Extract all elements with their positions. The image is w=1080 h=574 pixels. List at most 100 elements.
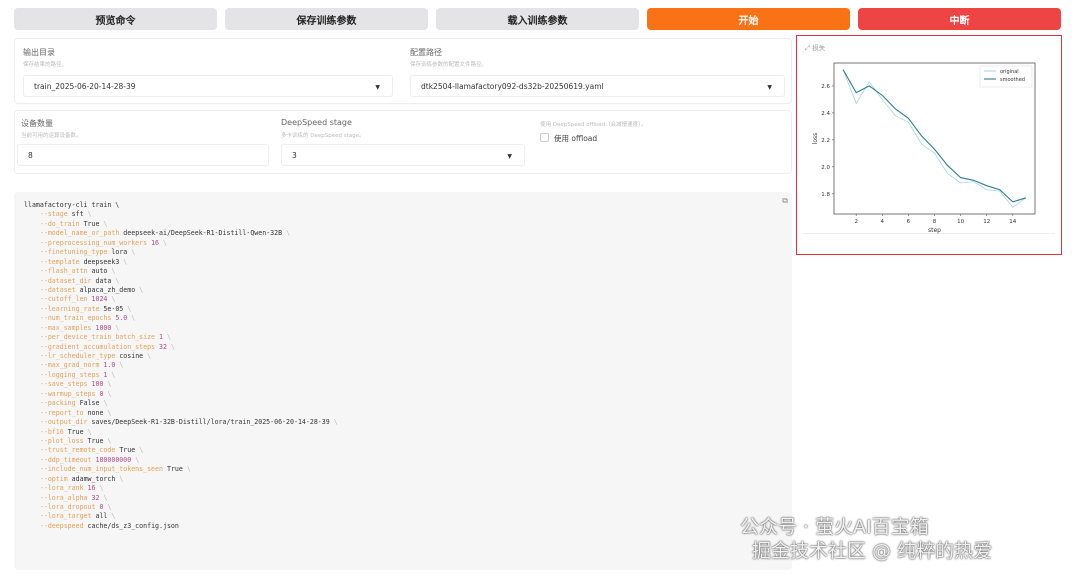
chevron-down-icon: ▼ <box>767 84 772 91</box>
command-arg-line: --learning_rate 5e-05 \ <box>39 304 132 313</box>
arg-value: 16 <box>151 238 160 247</box>
x-tick-label: 8 <box>933 219 937 225</box>
arg-flag: --preprocessing_num_workers <box>39 238 148 247</box>
ds-offload-checkbox[interactable] <box>540 133 549 142</box>
command-head: llamafactory-cli train \ <box>24 201 120 209</box>
arg-value: auto <box>91 267 108 276</box>
arg-flag: --lora_alpha <box>39 493 88 502</box>
x-axis-label: step <box>928 227 941 234</box>
ds-stage-select[interactable]: 3 ▼ <box>281 144 525 166</box>
arg-flag: --include_num_input_tokens_seen <box>39 465 163 474</box>
arg-flag: --gradient_accumulation_steps <box>39 342 156 351</box>
command-arg-line: --preprocessing_num_workers 16 \ <box>39 238 167 247</box>
y-tick-label: 2.0 <box>821 165 830 171</box>
series-line-smoothed <box>842 69 1027 203</box>
command-arg-line: --max_samples 1000 \ <box>39 323 120 332</box>
command-arg-line: --lora_dropout 0 \ <box>39 503 112 511</box>
arg-value: True <box>87 436 104 445</box>
arg-value: data <box>95 276 112 285</box>
command-arg-line: --finetuning_type lora \ <box>39 248 136 257</box>
preview-command-button[interactable]: 预览命令 <box>14 8 217 30</box>
device-count-input[interactable]: 8 <box>17 144 269 166</box>
command-arg-line: --cutoff_len 1024 \ <box>39 295 116 304</box>
arg-value: adamw_torch <box>71 474 116 483</box>
arg-flag: --lora_rank <box>39 484 84 493</box>
ds-stage-label: DeepSpeed stage <box>281 118 352 127</box>
arg-value: 0 <box>99 503 104 511</box>
arg-value: 5.0 <box>115 314 128 323</box>
arg-value: deepseek3 <box>83 257 120 266</box>
command-arg-line: --deepspeed cache/ds_z3_config.json <box>24 522 782 531</box>
watermark-line1: 公众号 · 萤火AI百宝箱 <box>740 516 929 538</box>
arg-flag: --num_train_epochs <box>39 314 112 323</box>
arg-flag: --max_grad_norm <box>39 361 100 370</box>
output-dir-select[interactable]: train_2025-06-20-14-28-39 ▼ <box>23 75 393 97</box>
loss-panel: ⤢ 损失 2 4 6 8 10 12 14 1.8 2.0 2.2 2.4 2.6 step loss or… <box>796 35 1062 255</box>
arg-flag: --lora_target <box>39 512 92 521</box>
arg-value: alpaca_zh_demo <box>79 285 136 294</box>
command-arg-line: --warmup_steps 0 \ <box>39 389 112 398</box>
arg-flag: --dataset <box>39 285 76 294</box>
y-tick-label: 2.6 <box>821 84 830 90</box>
command-arg-line: --trust_remote_code True \ <box>39 446 144 455</box>
arg-value: cache/ds_z3_config.json <box>87 521 179 530</box>
ds-offload-info: 使用 DeepSpeed offload（会减慢速度）。 <box>540 122 647 128</box>
load-args-button[interactable]: 载入训练参数 <box>436 8 639 30</box>
x-tick-label: 10 <box>957 219 964 225</box>
arg-value: 32 <box>159 342 167 351</box>
command-arg-line: --model_name_or_path deepseek-ai/DeepSee… <box>39 229 291 238</box>
command-arg-line: --max_grad_norm 1.0 \ <box>39 361 124 370</box>
device-count-value: 8 <box>28 150 33 160</box>
arg-value: none <box>87 408 104 417</box>
arg-flag: --dataset_dir <box>39 276 92 285</box>
arg-flag: --deepspeed <box>39 521 84 530</box>
command-arg-line: --gradient_accumulation_steps 32 \ <box>39 342 175 351</box>
arg-flag: --template <box>39 257 80 266</box>
y-tick-label: 2.4 <box>821 111 830 117</box>
loss-chart: 2 4 6 8 10 12 14 1.8 2.0 2.2 2.4 2.6 step loss origina… <box>812 62 1036 234</box>
command-arg-line: --dataset alpaca_zh_demo \ <box>39 285 144 294</box>
command-arg-line: --dataset_dir data \ <box>39 276 120 285</box>
arg-flag: --optim <box>39 474 68 483</box>
device-count-label: 设备数量 <box>21 119 53 128</box>
arg-flag: --trust_remote_code <box>39 446 116 455</box>
output-dir-value: train_2025-06-20-14-28-39 <box>34 81 136 91</box>
command-arg-line: --plot_loss True \ <box>39 436 112 445</box>
abort-button[interactable]: 中断 <box>858 8 1061 30</box>
arg-flag: --flash_attn <box>39 267 88 276</box>
arg-flag: --report_to <box>39 408 84 417</box>
paths-panel: 输出目录 保存结果的路径。 train_2025-06-20-14-28-39 ▼… <box>14 38 792 104</box>
arg-value: 1000 <box>95 323 112 332</box>
arg-value: True <box>166 465 183 474</box>
save-args-button[interactable]: 保存训练参数 <box>225 8 428 30</box>
arg-value: saves/DeepSeek-R1-32B-Distill/lora/train… <box>91 418 330 427</box>
arg-flag: --logging_steps <box>39 370 100 379</box>
arg-flag: --lora_dropout <box>39 503 96 511</box>
arg-flag: --do_train <box>39 219 80 228</box>
arg-flag: --finetuning_type <box>39 248 108 257</box>
command-arg-line: --per_device_train_batch_size 1 \ <box>39 333 171 342</box>
arg-value: 1 <box>159 333 163 342</box>
arg-flag: --packing <box>39 399 76 408</box>
arg-flag: --output_dir <box>39 418 88 427</box>
command-arg-line: --logging_steps 1 \ <box>39 370 116 379</box>
copy-icon[interactable]: ⧉ <box>782 196 788 205</box>
command-arg-line: --do_train True \ <box>39 219 108 228</box>
chevron-down-icon: ▼ <box>507 153 512 160</box>
config-path-select[interactable]: dtk2504-llamafactory092-ds32b-20250619.y… <box>410 75 785 97</box>
arg-value: 100 <box>91 380 104 389</box>
arg-flag: --ddp_timeout <box>39 455 92 464</box>
command-arg-line: --lr_scheduler_type cosine \ <box>39 352 152 360</box>
arg-value: 5e-05 <box>103 304 124 313</box>
start-button[interactable]: 开始 <box>647 8 850 30</box>
y-tick-label: 1.8 <box>821 192 830 198</box>
arg-value: 1 <box>103 370 108 379</box>
command-arg-line: --template deepseek3 \ <box>39 257 128 266</box>
arg-value: 1024 <box>91 295 108 304</box>
command-arg-line: --ddp_timeout 180000000 \ <box>39 455 140 464</box>
command-arg-line: --packing False \ <box>39 399 108 408</box>
command-arg-line: --optim adamw_torch \ <box>39 474 124 483</box>
command-arg-line: --num_train_epochs 5.0 \ <box>39 314 136 323</box>
x-tick-label: 6 <box>907 219 911 225</box>
watermark-line2: 掘金技术社区 @ 纯粹的热爱 <box>752 540 993 562</box>
